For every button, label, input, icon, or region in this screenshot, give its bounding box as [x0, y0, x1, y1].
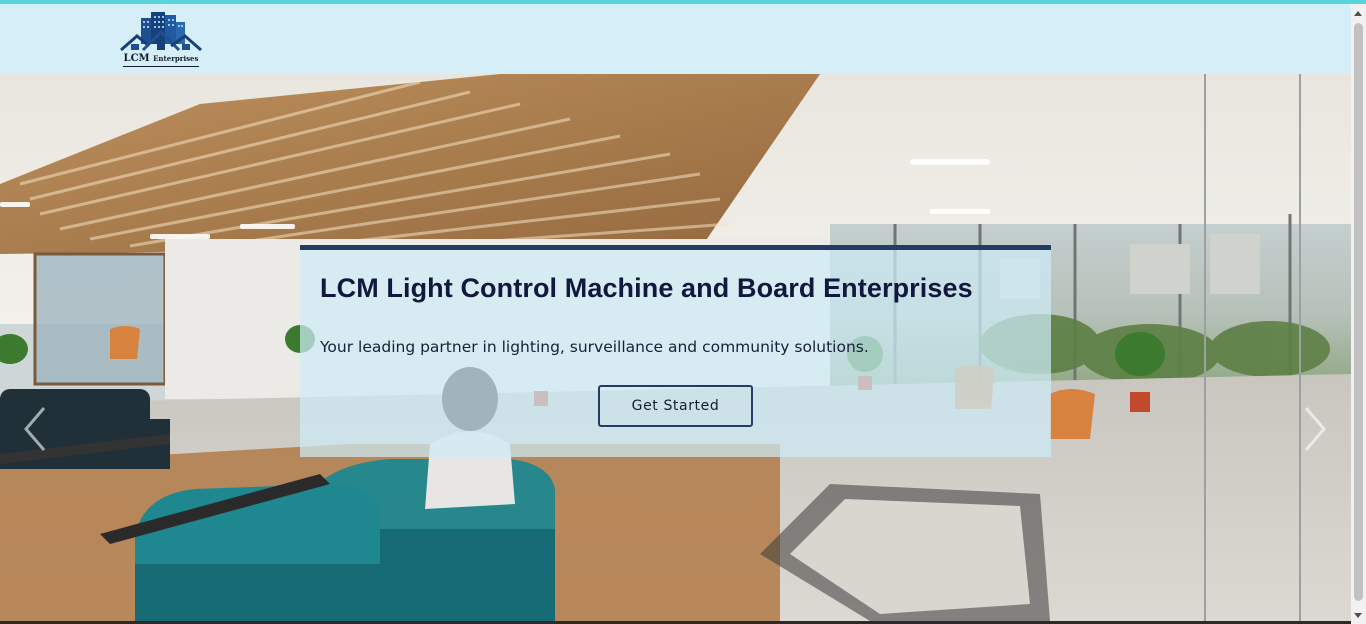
scroll-down-arrow-icon[interactable] [1354, 613, 1362, 618]
buildings-logo-icon [120, 12, 202, 52]
hero-carousel: LCM Light Control Machine and Board Ente… [0, 74, 1351, 621]
logo[interactable]: LCM Enterprises [119, 10, 203, 72]
chevron-left-icon [24, 407, 46, 451]
site-header: LCM Enterprises [0, 4, 1351, 74]
hero-title: LCM Light Control Machine and Board Ente… [320, 273, 973, 303]
logo-underline [123, 66, 199, 67]
chevron-right-icon [1304, 407, 1326, 451]
scroll-up-arrow-icon[interactable] [1354, 11, 1362, 16]
scrollbar-thumb[interactable] [1354, 23, 1363, 601]
get-started-button[interactable]: Get Started [598, 385, 753, 427]
logo-text: LCM Enterprises [123, 53, 199, 64]
vertical-scrollbar[interactable] [1351, 4, 1366, 624]
carousel-next-button[interactable] [1300, 404, 1330, 454]
carousel-prev-button[interactable] [20, 404, 50, 454]
hero-banner: LCM Light Control Machine and Board Ente… [300, 245, 1051, 457]
hero-subtitle: Your leading partner in lighting, survei… [320, 338, 869, 356]
